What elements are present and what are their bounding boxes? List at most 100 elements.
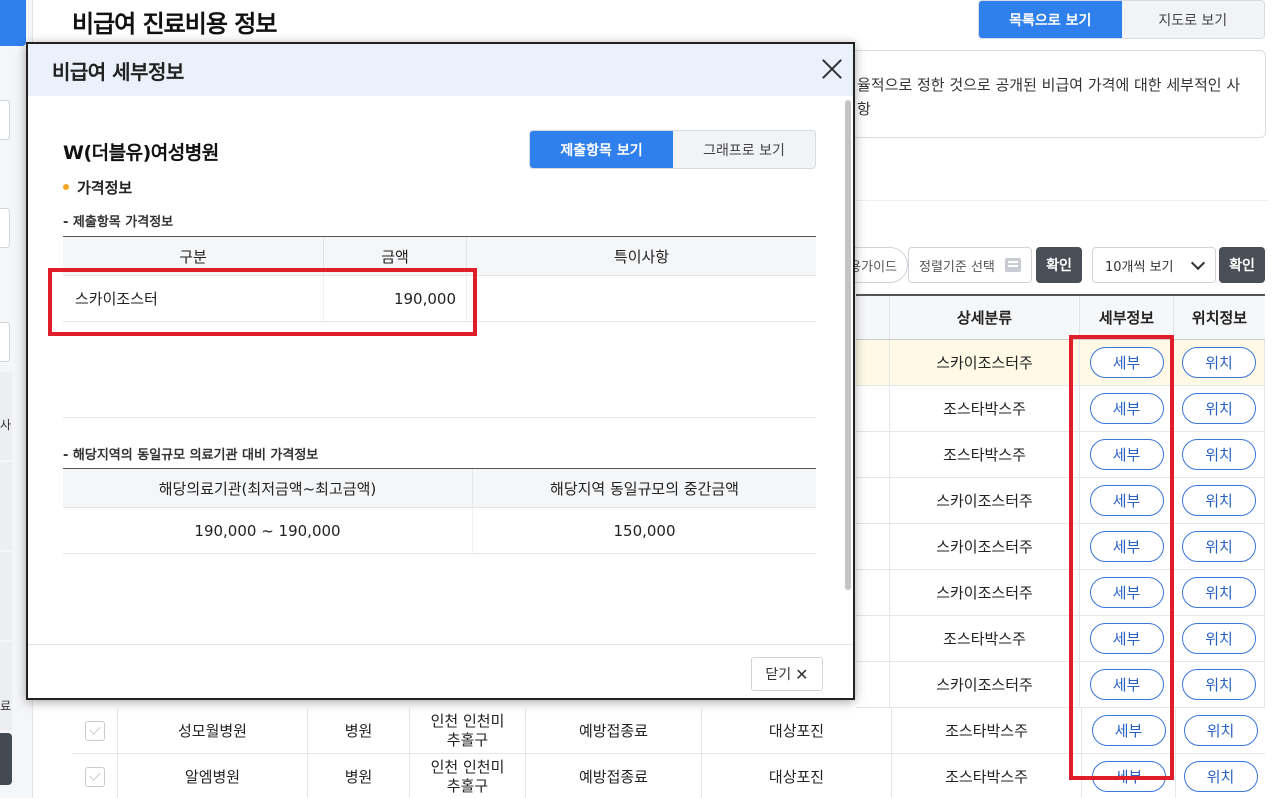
- sidebar-item[interactable]: [0, 552, 12, 640]
- close-button[interactable]: 닫기 ✕: [751, 657, 823, 691]
- sidebar-partial-label: 사: [0, 418, 12, 432]
- cell-detail: 세부: [1080, 478, 1174, 523]
- cell-location: 위치: [1174, 432, 1265, 477]
- cell-detail-category: 조스타박스주: [890, 616, 1080, 661]
- header-regional-median: 해당지역 동일규모의 중간금액: [550, 479, 739, 498]
- table-row[interactable]: 스카이조스터주 세부 위치: [856, 570, 1265, 616]
- cell-detail-category: 스카이조스터주: [890, 340, 1080, 385]
- compare-table-header: 해당의료기관(최저금액~최고금액) 해당지역 동일규모의 중간금액: [63, 468, 816, 508]
- page-size-select[interactable]: 10개씩 보기: [1092, 247, 1216, 283]
- cell-hospital-range: 190,000 ~ 190,000: [63, 508, 473, 553]
- detail-button[interactable]: 세부: [1089, 669, 1164, 700]
- sidebar-top-button[interactable]: [0, 0, 26, 46]
- detail-modal: 비급여 세부정보 W(더블유)여성병원 제출항목 보기 그래프로 보기 가격정보…: [26, 42, 855, 700]
- sidebar-field[interactable]: [0, 322, 10, 362]
- table-row[interactable]: 스카이조스터주 세부 위치: [856, 478, 1265, 524]
- location-button[interactable]: 위치: [1183, 715, 1258, 746]
- page-size-confirm-button[interactable]: 확인: [1219, 247, 1265, 283]
- table-row[interactable]: 조스타박스주 세부 위치: [856, 432, 1265, 478]
- sidebar-field[interactable]: [0, 208, 10, 248]
- modal-footer: 닫기 ✕: [28, 644, 853, 698]
- location-button[interactable]: 위치: [1182, 439, 1256, 470]
- location-button[interactable]: 위치: [1182, 347, 1256, 378]
- close-icon[interactable]: [819, 56, 845, 82]
- close-icon: ✕: [795, 664, 809, 684]
- tab-submitted-items[interactable]: 제출항목 보기: [530, 131, 673, 168]
- cell-item-amount: 190,000: [324, 276, 467, 321]
- page-title: 비급여 진료비용 정보: [72, 10, 277, 38]
- modal-scrollbar[interactable]: [845, 100, 851, 590]
- view-list-button[interactable]: 목록으로 보기: [979, 1, 1122, 38]
- sidebar-field[interactable]: [0, 100, 10, 140]
- cell-detail-category: 조스타박스주: [892, 708, 1082, 753]
- detail-button[interactable]: 세부: [1091, 715, 1166, 746]
- cell-checkbox: [72, 708, 118, 753]
- detail-button[interactable]: 세부: [1089, 485, 1164, 516]
- cell-location: 위치: [1174, 340, 1265, 385]
- sidebar-item[interactable]: [0, 642, 12, 730]
- sort-select-label: 정렬기준 선택: [919, 259, 995, 275]
- notice-box: 율적으로 정한 것으로 공개된 비급여 가격에 대한 세부적인 사 항: [840, 50, 1266, 138]
- sort-select[interactable]: 정렬기준 선택: [908, 247, 1032, 283]
- detail-button[interactable]: 세부: [1091, 761, 1166, 792]
- cell-detail: 세부: [1080, 340, 1174, 385]
- cell-partial: [856, 386, 890, 431]
- sidebar-dark-button[interactable]: [0, 733, 12, 785]
- region-line-1: 인천 인천미: [430, 757, 505, 776]
- cell-detail: 세부: [1080, 662, 1174, 707]
- table-row[interactable]: 성모월병원 병원 인천 인천미 추홀구 예방접종료 대상포진 조스타박스주 세부 …: [72, 708, 1265, 754]
- table-row[interactable]: 스카이조스터주 세부 위치: [856, 524, 1265, 570]
- view-map-button[interactable]: 지도로 보기: [1121, 1, 1264, 38]
- sort-confirm-button[interactable]: 확인: [1036, 247, 1082, 283]
- cell-detail: 세부: [1080, 386, 1174, 431]
- table-row[interactable]: 조스타박스주 세부 위치: [856, 386, 1265, 432]
- detail-button[interactable]: 세부: [1089, 347, 1164, 378]
- header-note: 특이사항: [613, 247, 670, 266]
- location-button[interactable]: 위치: [1182, 531, 1256, 562]
- table-header: 상세분류 세부정보 위치정보: [856, 294, 1265, 340]
- detail-button[interactable]: 세부: [1089, 393, 1164, 424]
- notice-text: 율적으로 정한 것으로 공개된 비급여 가격에 대한 세부적인 사: [857, 76, 1241, 94]
- tab-graph[interactable]: 그래프로 보기: [673, 131, 815, 168]
- cell-regional-median: 150,000: [613, 521, 676, 540]
- row-checkbox[interactable]: [84, 766, 105, 787]
- cell-category: 예방접종료: [526, 708, 702, 753]
- bullet-dot-icon: [63, 183, 69, 190]
- notice-text-2: 항: [857, 100, 871, 118]
- detail-button[interactable]: 세부: [1089, 577, 1164, 608]
- cell-detail-category: 조스타박스주: [890, 386, 1080, 431]
- detail-button[interactable]: 세부: [1089, 439, 1164, 470]
- location-button[interactable]: 위치: [1182, 485, 1256, 516]
- cell-detail-category: 스카이조스터주: [890, 524, 1080, 569]
- table-row[interactable]: 스카이조스터주 세부 위치: [856, 340, 1265, 386]
- cell-hospital: 알엠병원: [118, 754, 308, 798]
- cell-partial: [856, 340, 890, 385]
- header-detail-category: 상세분류: [890, 296, 1080, 339]
- cell-location: 위치: [1174, 662, 1265, 707]
- view-toggle: 목록으로 보기 지도로 보기: [978, 0, 1265, 39]
- location-button[interactable]: 위치: [1183, 761, 1258, 792]
- cell-detail-category: 조스타박스주: [890, 432, 1080, 477]
- location-button[interactable]: 위치: [1182, 393, 1256, 424]
- cell-detail: 세부: [1080, 570, 1174, 615]
- header-category: 구분: [63, 237, 324, 275]
- cell-item-note: [467, 276, 816, 321]
- detail-button[interactable]: 세부: [1089, 623, 1164, 654]
- table-row[interactable]: 스카이조스터주 세부 위치: [856, 662, 1265, 708]
- section-price-label: 가격정보: [77, 179, 133, 197]
- cell-region: 인천 인천미 추홀구: [410, 708, 526, 753]
- page-size-label: 10개씩 보기: [1105, 259, 1174, 275]
- list-icon: [1005, 258, 1021, 272]
- location-button[interactable]: 위치: [1182, 623, 1256, 654]
- cell-location: 위치: [1174, 616, 1265, 661]
- cell-detail: 세부: [1080, 524, 1174, 569]
- cell-detail-category: 스카이조스터주: [890, 662, 1080, 707]
- row-checkbox[interactable]: [84, 720, 105, 741]
- location-button[interactable]: 위치: [1182, 577, 1256, 608]
- location-button[interactable]: 위치: [1182, 669, 1256, 700]
- cell-partial: [856, 432, 890, 477]
- sidebar-item[interactable]: [0, 462, 12, 550]
- table-row[interactable]: 알엠병원 병원 인천 인천미 추홀구 예방접종료 대상포진 조스타박스주 세부 위…: [72, 754, 1265, 798]
- table-row[interactable]: 조스타박스주 세부 위치: [856, 616, 1265, 662]
- detail-button[interactable]: 세부: [1089, 531, 1164, 562]
